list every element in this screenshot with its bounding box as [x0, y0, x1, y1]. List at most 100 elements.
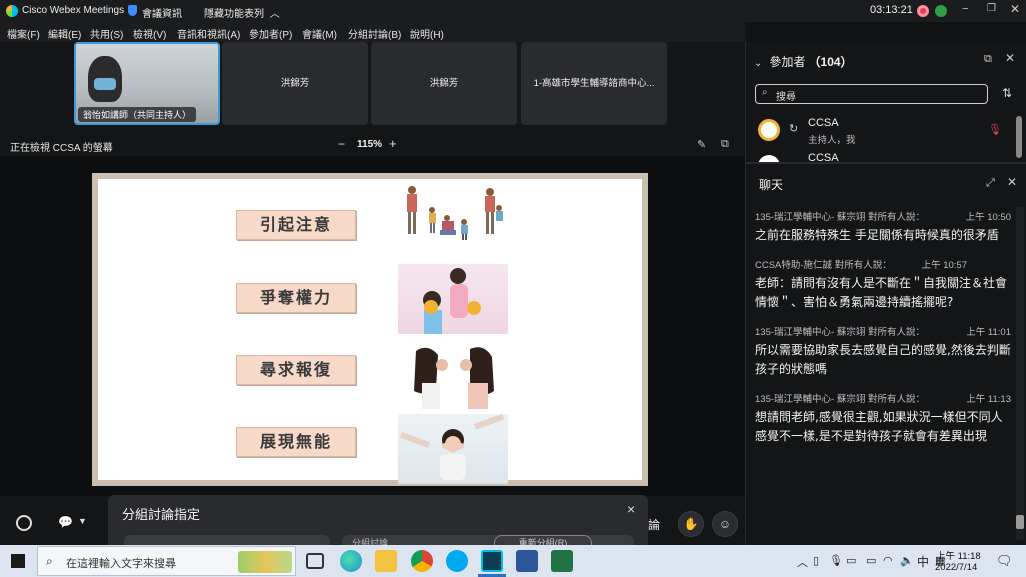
menu-meeting[interactable]: 會議(M) — [302, 26, 337, 41]
viewing-status: 正在檢視 CCSA 的螢幕 — [10, 143, 113, 154]
breakout-field-right[interactable]: 分組討論 重新分組(R) — [342, 535, 634, 545]
revenge-photo — [398, 339, 508, 409]
chat-divider — [746, 162, 1026, 164]
menu-audio-video[interactable]: 音訊和視訊(A) — [177, 26, 240, 41]
meeting-clock: 03:13:21 — [870, 4, 913, 16]
device-icon[interactable]: ▯ — [813, 554, 819, 567]
video-tile-active-speaker[interactable]: 翁怡如講師（共同主持人） — [74, 42, 220, 125]
chat-sender: 135-瑞江學輔中心- 蘇宗翊 對所有人說： — [755, 327, 925, 338]
avatar — [758, 119, 780, 141]
task-view-icon[interactable] — [306, 553, 324, 569]
raise-hand-icon[interactable]: ✋ — [678, 511, 704, 537]
minimize-icon[interactable]: − — [962, 3, 968, 15]
taskbar-time[interactable]: 上午 11:18 — [936, 548, 981, 562]
record-icon[interactable] — [917, 5, 929, 17]
participants-title: 參加者 — [769, 55, 806, 69]
participant-name: CCSA — [808, 117, 839, 129]
tile-name: 洪錦芳 — [429, 78, 459, 89]
chat-time: 上午 10:50 — [965, 212, 1011, 223]
menu-file[interactable]: 檔案(F) — [7, 26, 40, 41]
side-panel: ⌄ 參加者 （104） ⧉ ✕ ⌕ 搜尋 ⇅ ↻ CCSA 主持人，我 🎙 CC… — [745, 42, 1026, 545]
microphone-icon[interactable]: 🎙 — [829, 554, 843, 567]
restore-icon[interactable]: ❐ — [987, 3, 996, 14]
minimize-chat-icon[interactable]: ⤢ — [986, 177, 995, 190]
excel-icon[interactable] — [551, 550, 573, 572]
slide-canvas: 引起注意 爭奪權力 尋求報復 展現無能 — [98, 179, 642, 484]
network-health-icon[interactable] — [935, 5, 947, 17]
camera-icon[interactable]: ▭ — [846, 554, 856, 567]
file-explorer-icon[interactable] — [375, 550, 397, 572]
chat-bubble-icon[interactable]: 💬 — [58, 515, 73, 529]
windows-start-icon[interactable] — [11, 554, 25, 568]
reaction-icon[interactable] — [16, 515, 32, 531]
skype-icon[interactable] — [446, 550, 468, 572]
partial-control-label[interactable]: 論 — [648, 516, 660, 533]
menu-bar: 檔案(F) 編輯(E) 共用(S) 檢視(V) 音訊和視訊(A) 參加者(P) … — [0, 22, 745, 42]
reassign-button[interactable]: 重新分組(R) — [494, 535, 592, 545]
menu-edit[interactable]: 編輯(E) — [48, 26, 81, 41]
concept-label: 爭奪權力 — [236, 283, 356, 313]
annotate-icon[interactable]: ✎ — [697, 138, 706, 151]
zoom-level[interactable]: 115% — [357, 139, 382, 150]
menu-help[interactable]: 說明(H) — [410, 26, 444, 41]
shield-icon — [128, 5, 137, 16]
concept-label: 展現無能 — [236, 427, 356, 457]
menu-share[interactable]: 共用(S) — [90, 26, 123, 41]
chevron-up-icon[interactable]: ︿ — [797, 554, 808, 570]
participants-count: （104） — [808, 55, 853, 69]
participant-row[interactable]: ↻ CCSA 主持人，我 🎙 — [758, 116, 1006, 148]
breakout-field-left[interactable] — [124, 535, 330, 545]
chat-scrollbar-track[interactable] — [1016, 207, 1024, 540]
taskbar-search-input[interactable]: 在這裡輸入文字來搜尋 — [66, 555, 176, 571]
notification-icon[interactable]: 🗨 — [996, 553, 1013, 569]
meeting-info-link[interactable]: 會議資訊 — [142, 5, 182, 20]
zoom-in-button[interactable]: + — [389, 136, 397, 151]
participant-search[interactable]: ⌕ 搜尋 — [755, 84, 988, 104]
edge-icon[interactable] — [340, 550, 362, 572]
chevron-down-icon[interactable]: ▼ — [78, 516, 87, 526]
participant-role: 主持人，我 — [808, 135, 856, 146]
taskbar-search-box[interactable]: ⌕ 在這裡輸入文字來搜尋 — [37, 546, 296, 576]
battery-icon[interactable]: ▭ — [866, 554, 876, 567]
popout-icon[interactable]: ⧉ — [721, 138, 729, 151]
zoom-out-button[interactable]: − — [338, 137, 345, 151]
video-tile[interactable]: 1-高雄市學生輔導諮商中心... — [521, 42, 667, 125]
webex-taskbar-icon[interactable] — [481, 550, 503, 572]
close-panel-icon[interactable]: ✕ — [1005, 51, 1015, 65]
breakout-assignment-dialog: 分組討論指定 × 分組討論 重新分組(R) — [108, 495, 648, 545]
chat-sender-line: 135-瑞江學輔中心- 蘇宗翊 對所有人說： 上午 11:13 — [755, 391, 1011, 405]
sort-icon[interactable]: ⇅ — [1002, 86, 1012, 100]
muted-mic-icon[interactable]: 🎙 — [988, 123, 1002, 136]
participant-row[interactable]: CCSA — [758, 152, 1006, 162]
chat-sender: 135-瑞江學輔中心- 蘇宗翊 對所有人說： — [755, 212, 925, 223]
close-dialog-icon[interactable]: × — [627, 501, 635, 517]
wifi-icon[interactable]: ◠ — [883, 554, 893, 567]
power-struggle-photo — [398, 264, 508, 334]
volume-icon[interactable]: 🔈 — [900, 554, 914, 567]
hide-menu-toggle[interactable]: 隱藏功能表列 ︿ — [204, 5, 280, 20]
participant-search-input[interactable]: 搜尋 — [776, 88, 796, 103]
chrome-icon[interactable] — [411, 550, 433, 572]
popout-icon[interactable]: ⧉ — [984, 53, 992, 66]
chat-message-list[interactable]: 135-瑞江學輔中心- 蘇宗翊 對所有人說： 上午 10:50 之前在服務特殊生… — [755, 209, 1011, 529]
participants-scrollbar[interactable] — [1016, 116, 1022, 158]
tile-name: 洪錦芳 — [280, 78, 310, 89]
emoji-icon[interactable]: ☺ — [712, 511, 738, 537]
menu-participants[interactable]: 參加者(P) — [249, 26, 292, 41]
avatar — [758, 155, 780, 162]
concept-label: 引起注意 — [236, 210, 356, 240]
chat-sender: CCSA特助-施仁誠 對所有人說： — [755, 260, 892, 271]
ime-indicator[interactable]: 中 — [917, 553, 929, 570]
video-tile[interactable]: 洪錦芳 — [222, 42, 368, 125]
video-tile[interactable]: 洪錦芳 — [371, 42, 517, 125]
menu-view[interactable]: 檢視(V) — [133, 26, 166, 41]
chat-text: 想請問老師,感覺很主觀,如果狀況一樣但不同人感覺不一樣,是不是對待孩子就會有差異… — [755, 410, 1003, 443]
participants-header[interactable]: ⌄ 參加者 （104） — [754, 53, 853, 70]
close-window-icon[interactable]: ✕ — [1010, 2, 1020, 16]
chat-scrollbar-thumb[interactable] — [1016, 515, 1024, 529]
menu-breakout[interactable]: 分組討論(B) — [348, 26, 401, 41]
close-chat-icon[interactable]: ✕ — [1007, 175, 1017, 189]
word-icon[interactable] — [516, 550, 538, 572]
taskbar-date[interactable]: 2022/7/14 — [935, 562, 977, 573]
shared-slide: 引起注意 爭奪權力 尋求報復 展現無能 — [92, 173, 648, 486]
